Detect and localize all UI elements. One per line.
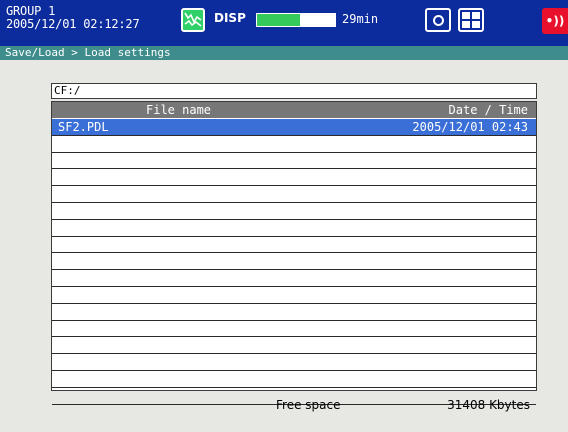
table-row[interactable] [52, 287, 536, 304]
table-row[interactable] [52, 220, 536, 237]
status-datetime: 2005/12/01 02:12:27 [6, 17, 140, 31]
table-row[interactable] [52, 321, 536, 338]
file-list-header: File name Date / Time [52, 102, 536, 118]
free-space-label: Free space [276, 398, 341, 412]
memory-bar [256, 13, 336, 27]
table-row[interactable] [52, 371, 536, 388]
table-row[interactable] [52, 169, 536, 187]
camera-lens [433, 15, 444, 26]
free-space-value: 31408 Kbytes [447, 398, 530, 412]
memory-time: 29min [342, 12, 379, 26]
camera-icon[interactable] [425, 8, 451, 32]
table-row[interactable] [52, 337, 536, 355]
trend-icon[interactable] [181, 8, 205, 32]
table-row[interactable] [52, 253, 536, 271]
table-row[interactable] [52, 304, 536, 321]
calc-icon[interactable] [458, 8, 484, 32]
table-row[interactable] [52, 237, 536, 254]
disp-label: DISP [214, 11, 246, 25]
table-row[interactable] [52, 270, 536, 287]
file-list: File name Date / Time SF2.PDL 2005/12/01 … [51, 101, 537, 405]
breadcrumb: Save/Load > Load settings [0, 46, 568, 60]
group-info: GROUP 1 2005/12/01 02:12:27 [6, 5, 140, 31]
table-row[interactable] [52, 186, 536, 203]
file-rows: SF2.PDL 2005/12/01 02:43 [52, 119, 536, 405]
column-file-name[interactable]: File name [146, 102, 211, 118]
table-row[interactable]: SF2.PDL 2005/12/01 02:43 [52, 119, 536, 136]
table-row[interactable] [52, 136, 536, 153]
table-row[interactable] [52, 153, 536, 170]
status-bar: GROUP 1 2005/12/01 02:12:27 DISP 29min •… [0, 0, 568, 46]
table-row[interactable] [52, 354, 536, 371]
table-row[interactable] [52, 203, 536, 220]
memory-bar-fill [257, 14, 300, 26]
file-name: SF2.PDL [58, 120, 109, 134]
column-date-time[interactable]: Date / Time [449, 102, 528, 118]
alarm-icon[interactable]: •)) [542, 8, 568, 34]
path-field: CF:/ [51, 83, 537, 99]
file-date: 2005/12/01 02:43 [412, 120, 528, 134]
